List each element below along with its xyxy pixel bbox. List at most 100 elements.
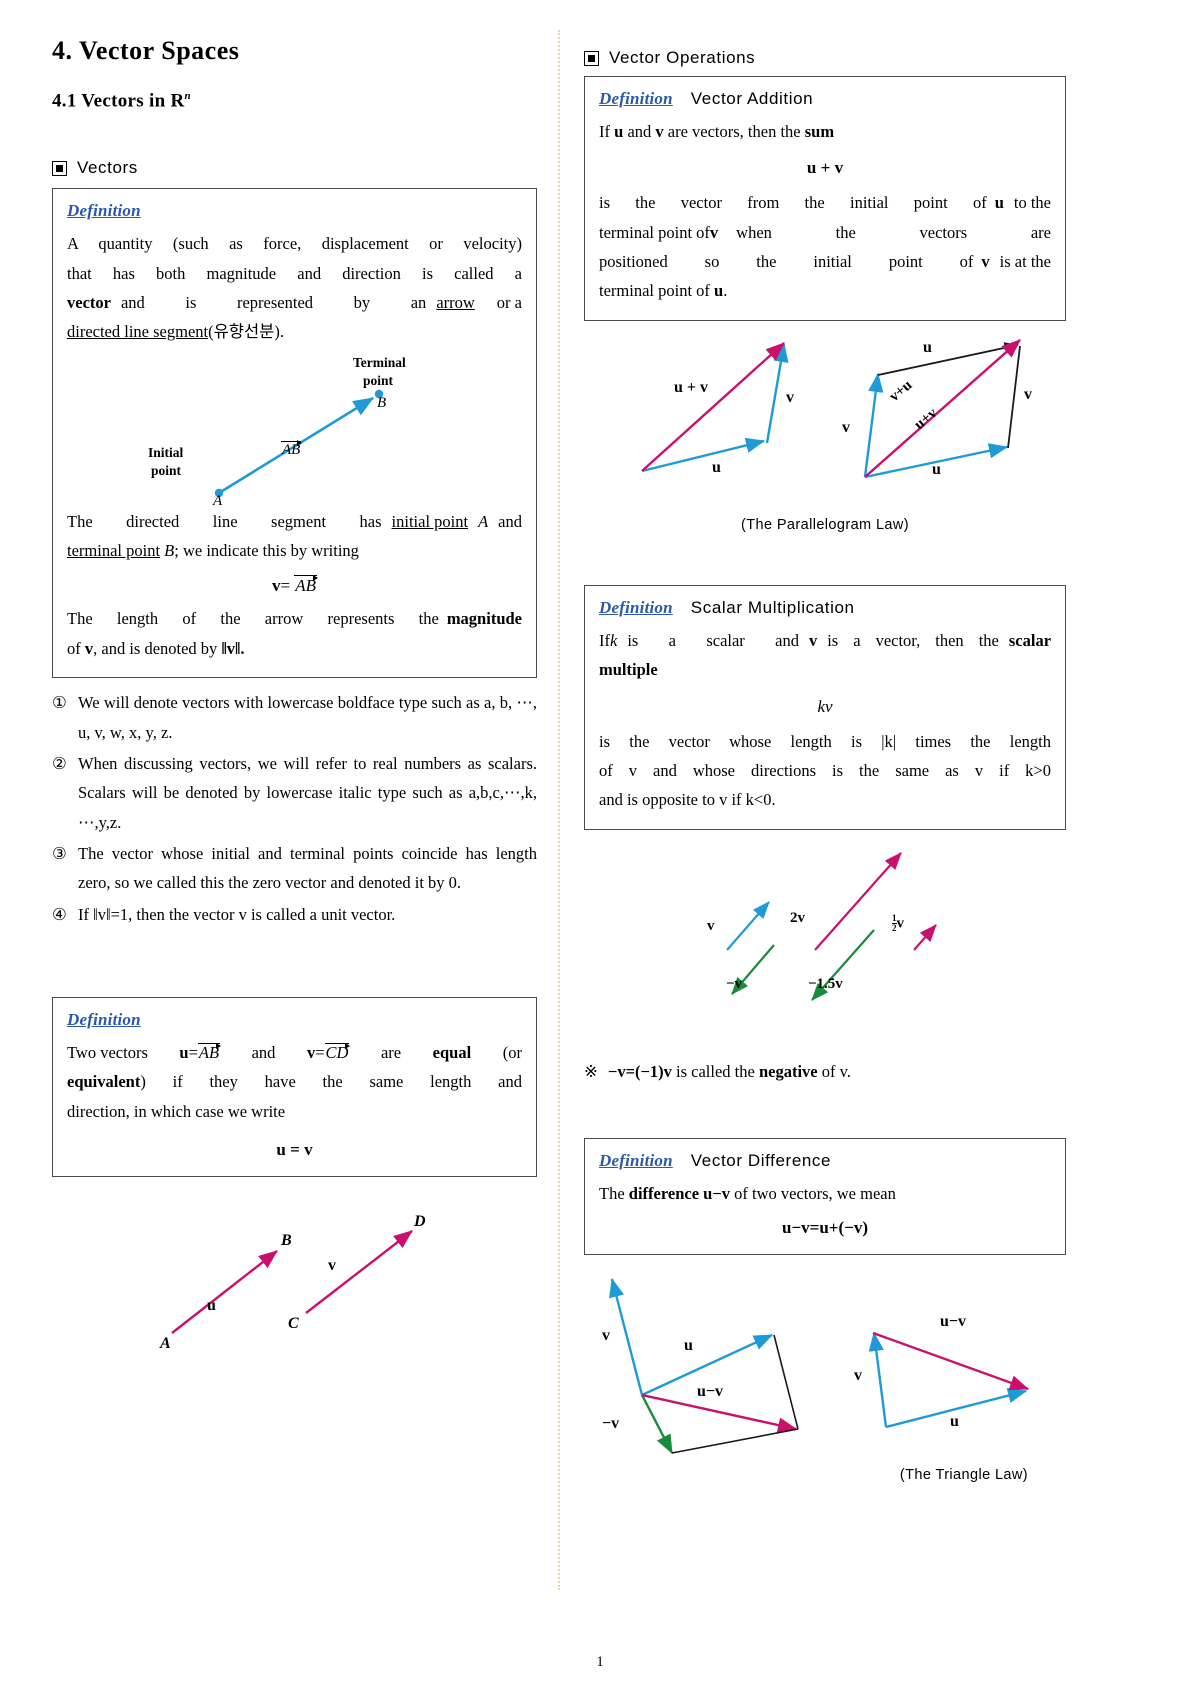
- equal-line-3: direction, in which case we write: [67, 1101, 286, 1121]
- def-line-3: vector and is represented by an arrow or…: [67, 288, 522, 317]
- definition-name: Vector Difference: [690, 1150, 832, 1170]
- vector-addition-svg: [641, 338, 1021, 478]
- reference-mark-icon: ※: [584, 1061, 598, 1081]
- list-item-text: When discussing vectors, we will refer t…: [78, 753, 537, 832]
- addition-body-line-2: terminal point of v when the vectors are: [599, 218, 1051, 247]
- scalar-if: If: [599, 630, 610, 650]
- label-vector-v: v: [328, 1257, 336, 1275]
- addition-body-text-6: is at the: [999, 252, 1051, 272]
- definition-box-scalar-multiplication: Definition Scalar Multiplication If k is…: [584, 584, 1066, 830]
- para2-line-1: The directed line segment has initial po…: [67, 507, 522, 536]
- label-point-b: B: [281, 1232, 292, 1250]
- def-line-2: that has both magnitude and direction is…: [67, 263, 522, 283]
- term-negative: negative: [758, 1061, 818, 1081]
- difference-line-1: The difference u−v of two vectors, we me…: [599, 1179, 1051, 1208]
- addition-body-v2: v: [981, 252, 990, 272]
- document-page: 4. Vector Spaces 4.1 Vectors in Rn Vecto…: [0, 0, 1200, 1697]
- scalar-is-a-vector: is a vector, then the: [827, 630, 999, 650]
- para2-point-b: B: [164, 541, 175, 561]
- definition-title: Definition: [67, 201, 141, 221]
- vector-difference-svg: [609, 1278, 1030, 1455]
- addition-body-text-2: to the: [1013, 193, 1051, 213]
- label-point-c: C: [288, 1315, 299, 1333]
- label-neg-v: −v: [602, 1415, 620, 1433]
- term-difference: difference: [628, 1183, 700, 1203]
- list-item: ② When discussing vectors, we will refer…: [52, 749, 537, 837]
- addition-line-1: If u and v are vectors, then the sum: [599, 117, 1051, 146]
- page-title: 4. Vector Spaces: [52, 36, 240, 65]
- scalar-body-line-2: of v and whose directions is the same as…: [599, 760, 1051, 780]
- figure-vector-difference: v u u−v −v u−v v u: [584, 1267, 1066, 1467]
- definition-title: Definition: [599, 1150, 673, 1170]
- negative-note-end: of v.: [821, 1061, 851, 1081]
- figure-scalar-multiples: v 2v 1 2 v −v −1.5v: [584, 840, 1066, 1055]
- addition-body-text-3: terminal point of: [599, 222, 710, 242]
- definition-vectors-text: A quantity (such as force, displacement …: [67, 229, 522, 346]
- list-item-text: We will denote vectors with lowercase bo…: [78, 693, 537, 742]
- definition-name: Scalar Multiplication: [690, 597, 855, 617]
- addition-body-line-4: terminal point of u.: [599, 276, 1051, 305]
- para3-v: v: [84, 638, 94, 658]
- caption-parallelogram-law: (The Parallelogram Law): [741, 516, 909, 533]
- label-u-right: u: [950, 1413, 959, 1431]
- definition-vectors-para3: The length of the arrow represents the m…: [67, 604, 522, 663]
- equation-u-minus-v: u−v=u+(−v): [782, 1218, 868, 1238]
- section-title: 4.1 Vectors in Rn: [52, 90, 537, 112]
- label-point-d: D: [414, 1213, 426, 1231]
- addition-and: and: [627, 122, 652, 141]
- scalar-body: is the vector whose length is |k| times …: [599, 727, 1051, 815]
- addition-body-line-3: positioned so the initial point of v is …: [599, 247, 1051, 276]
- para2-text-g: ; we indicate this by writing: [174, 541, 359, 561]
- para3-line-1: The length of the arrow represents the m…: [67, 604, 522, 633]
- label-vector-ab: AB: [281, 440, 303, 458]
- list-item-number: ③: [52, 844, 67, 863]
- equal-are: are: [380, 1043, 402, 1063]
- equal-or: (or: [502, 1043, 522, 1063]
- scalar-body-line-3: and is opposite to v if k<0.: [599, 790, 776, 810]
- para3-norm-v: ‖v‖.: [221, 638, 245, 658]
- definition-title: Definition: [67, 1010, 141, 1030]
- equal-v-expr: v=CD: [306, 1042, 351, 1063]
- label-v-right: v: [854, 1367, 862, 1385]
- scalar-multiples-svg: [726, 851, 937, 1001]
- def-line-1: A quantity (such as force, displacement …: [67, 234, 522, 254]
- operations-heading-label: Vector Operations: [609, 48, 756, 67]
- label-u: u: [712, 458, 721, 476]
- definition-header-vectors: Definition: [67, 201, 522, 221]
- label-point-a: A: [213, 492, 223, 509]
- def-term-vector: vector: [67, 293, 111, 313]
- scalar-line-1: If k is a scalar and v is a vector, then…: [599, 626, 1051, 685]
- label-u-minus-v-left: u−v: [697, 1383, 724, 1401]
- term-magnitude: magnitude: [446, 609, 522, 629]
- para2-and: and: [498, 511, 522, 531]
- def-line-4: directed line segment(유향선분).: [67, 317, 522, 346]
- addition-v: v: [655, 122, 664, 141]
- operations-heading: Vector Operations: [584, 48, 1066, 68]
- list-item: ③ The vector whose initial and terminal …: [52, 839, 537, 898]
- difference-u-minus-v: u−v: [703, 1183, 730, 1203]
- equal-line-2-rest: ) if they have the same length and: [140, 1072, 522, 1092]
- filled-square-icon: [52, 160, 67, 176]
- definition-box-vector-difference: Definition Vector Difference The differe…: [584, 1137, 1066, 1256]
- equation-kv-text: kv: [817, 696, 833, 716]
- definition-header-equal: Definition: [67, 1010, 522, 1030]
- para2-text-a: The directed line segment has: [67, 511, 382, 531]
- addition-body-text-5: positioned so the initial point of: [599, 252, 974, 272]
- list-item-number: ①: [52, 693, 67, 713]
- label-initial-point-line1: Initial: [148, 444, 184, 460]
- equal-two-vectors: Two vectors: [67, 1043, 148, 1063]
- addition-u: u: [614, 122, 624, 141]
- section-title-symbol: R: [170, 90, 185, 112]
- addition-if: If: [599, 122, 610, 141]
- label-neg-1-5-v: −1.5v: [808, 975, 843, 992]
- label-neg-v: −v: [726, 975, 743, 992]
- equation-u-equals-v: u = v: [276, 1140, 313, 1160]
- term-equal: equal: [432, 1043, 472, 1063]
- addition-body-period: .: [723, 281, 728, 301]
- label-point-b: B: [377, 394, 387, 411]
- label-v: v: [786, 388, 794, 406]
- term-sum: sum: [804, 122, 835, 141]
- definition-vectors-para2: The directed line segment has initial po…: [67, 507, 522, 566]
- list-item: ① We will denote vectors with lowercase …: [52, 688, 537, 747]
- label-terminal-point-line1: Terminal: [353, 354, 406, 370]
